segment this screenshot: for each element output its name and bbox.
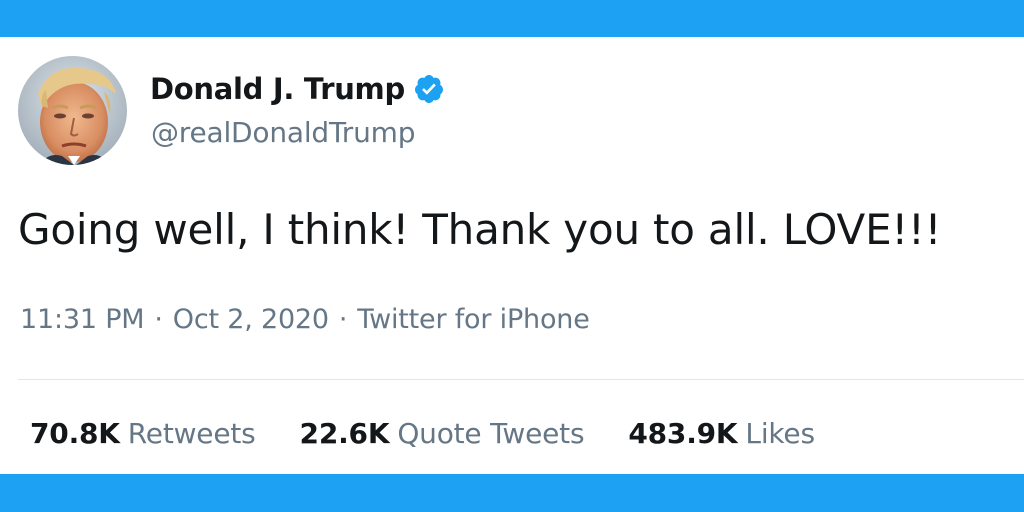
- top-brand-bar: [0, 0, 1024, 37]
- tweet-card: Donald J. Trump @realDonaldTrump Going w…: [0, 37, 1024, 474]
- quote-tweets-stat[interactable]: 22.6K Quote Tweets: [300, 417, 585, 450]
- verified-badge-icon: [414, 75, 443, 103]
- tweet-meta: 11:31 PM · Oct 2, 2020 · Twitter for iPhone: [20, 304, 590, 335]
- profile-photo: [18, 56, 127, 165]
- tweet-text: Going well, I think! Thank you to all. L…: [18, 205, 942, 254]
- tweet-time[interactable]: 11:31 PM: [20, 304, 145, 335]
- meta-separator: ·: [154, 304, 163, 335]
- likes-stat[interactable]: 483.9K Likes: [628, 417, 815, 450]
- tweet-date[interactable]: Oct 2, 2020: [173, 304, 329, 335]
- divider: [18, 379, 1024, 380]
- quote-tweets-label: Quote Tweets: [397, 417, 585, 450]
- likes-count: 483.9K: [628, 417, 738, 450]
- quote-tweets-count: 22.6K: [299, 417, 390, 450]
- user-handle[interactable]: @realDonaldTrump: [151, 116, 416, 149]
- retweets-label: Retweets: [127, 417, 256, 450]
- avatar[interactable]: [18, 56, 127, 165]
- bottom-brand-bar: [0, 474, 1024, 512]
- retweets-count: 70.8K: [30, 417, 120, 450]
- retweets-stat[interactable]: 70.8K Retweets: [30, 417, 256, 450]
- likes-label: Likes: [745, 417, 815, 450]
- meta-separator: ·: [338, 304, 348, 335]
- name-row: Donald J. Trump: [150, 71, 445, 107]
- display-name[interactable]: Donald J. Trump: [150, 72, 405, 106]
- tweet-stats: 70.8K Retweets 22.6K Quote Tweets 483.9K Li…: [30, 417, 815, 450]
- tweet-source[interactable]: Twitter for iPhone: [357, 304, 590, 335]
